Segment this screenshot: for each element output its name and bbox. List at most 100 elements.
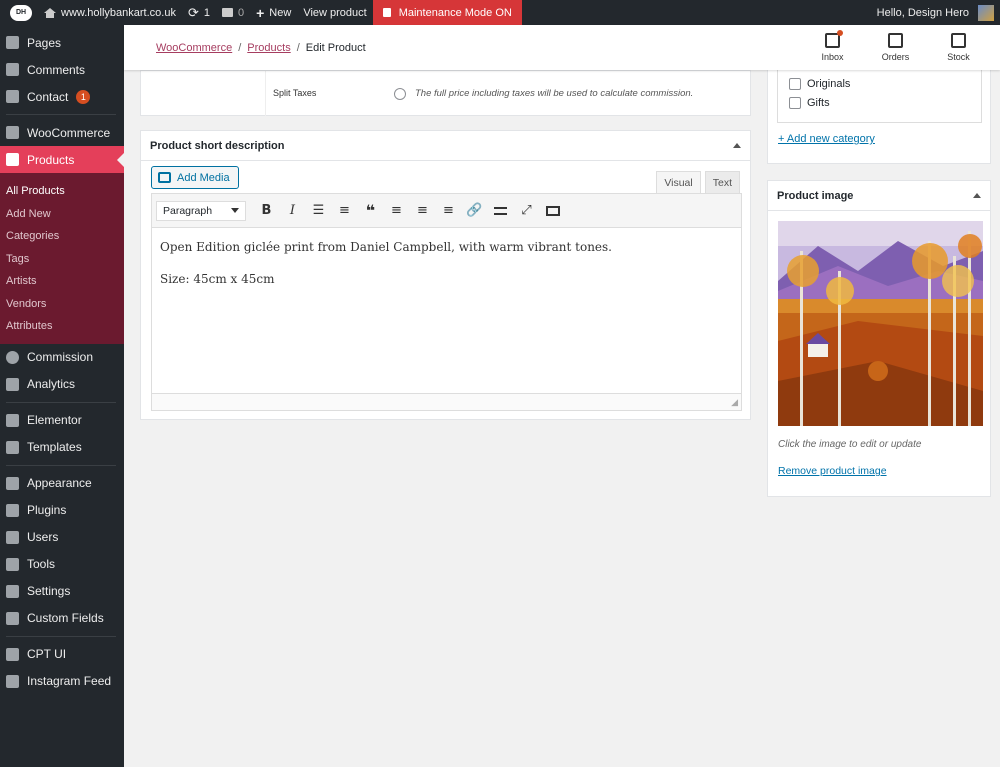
numbered-list-button[interactable]: ≡ xyxy=(335,201,354,221)
menu-commission[interactable]: Commission xyxy=(0,344,124,371)
category-checkbox[interactable] xyxy=(789,78,801,90)
submenu-all-products[interactable]: All Products xyxy=(0,180,124,203)
toolbar-toggle-button[interactable] xyxy=(543,201,562,221)
menu-separator xyxy=(6,464,116,466)
blockquote-button[interactable]: ❝ xyxy=(361,201,380,221)
submenu-categories[interactable]: Categories xyxy=(0,225,124,248)
view-product-link[interactable]: View product xyxy=(297,0,372,25)
menu-elementor[interactable]: Elementor xyxy=(0,407,124,434)
stock-button[interactable]: Stock xyxy=(927,33,990,62)
menu-appearance[interactable]: Appearance xyxy=(0,470,124,497)
format-value: Paragraph xyxy=(163,204,213,217)
header-activity: Inbox Orders Stock xyxy=(801,30,990,62)
breadcrumb-separator: / xyxy=(296,41,300,54)
orders-button[interactable]: Orders xyxy=(864,33,927,62)
align-center-icon: ≡ xyxy=(417,203,428,218)
updates-link[interactable]: ⟳ 1 xyxy=(182,0,216,25)
menu-contact[interactable]: Contact 1 xyxy=(0,83,124,110)
category-checkbox[interactable] xyxy=(789,97,801,109)
submenu-add-new[interactable]: Add New xyxy=(0,203,124,226)
align-left-button[interactable]: ≡ xyxy=(387,201,406,221)
new-content-link[interactable]: + New xyxy=(250,0,297,25)
link-icon: 🔗 xyxy=(466,203,483,218)
menu-woocommerce[interactable]: WooCommerce xyxy=(0,119,124,146)
menu-cpt-ui[interactable]: CPT UI xyxy=(0,641,124,668)
remove-product-image-link[interactable]: Remove product image xyxy=(778,465,887,477)
site-name-link[interactable]: www.hollybankart.co.uk xyxy=(38,0,182,25)
menu-label: Tools xyxy=(27,557,56,571)
read-more-button[interactable] xyxy=(491,201,510,221)
account-menu[interactable]: Hello, Design Hero xyxy=(871,0,1000,25)
menu-comments[interactable]: Comments xyxy=(0,56,124,83)
tab-text[interactable]: Text xyxy=(704,171,740,193)
split-taxes-description: The full price including taxes will be u… xyxy=(415,88,694,99)
breadcrumb-woocommerce[interactable]: WooCommerce xyxy=(156,42,232,54)
settings-icon xyxy=(6,584,19,598)
split-taxes-radio[interactable] xyxy=(394,88,406,100)
category-item[interactable]: Gifts xyxy=(789,97,830,109)
fullscreen-button[interactable]: ⤢ xyxy=(517,201,536,221)
category-label: Gifts xyxy=(807,97,830,109)
chevron-down-icon xyxy=(231,208,239,213)
quote-icon: ❝ xyxy=(365,201,376,220)
product-image[interactable] xyxy=(778,221,983,426)
comments-link[interactable]: 0 xyxy=(216,0,250,25)
submenu-artists[interactable]: Artists xyxy=(0,270,124,293)
short-description-header[interactable]: Product short description xyxy=(141,131,750,161)
submenu-vendors[interactable]: Vendors xyxy=(0,293,124,316)
menu-separator xyxy=(6,635,116,637)
comment-icon xyxy=(221,8,233,17)
collapse-arrow-icon[interactable] xyxy=(973,193,981,198)
submenu-tags[interactable]: Tags xyxy=(0,248,124,271)
collapse-arrow-icon[interactable] xyxy=(733,143,741,148)
product-image-header[interactable]: Product image xyxy=(768,181,990,211)
menu-separator xyxy=(6,114,116,115)
menu-label: Settings xyxy=(27,584,71,598)
resize-handle-icon[interactable]: ◢ xyxy=(731,397,738,408)
rich-text-editor: Paragraph B I ☰ ≡ ❝ ≡ ≡ ≡ 🔗 ⤢ Open Editi… xyxy=(151,193,742,411)
link-button[interactable]: 🔗 xyxy=(465,201,484,221)
menu-label: Users xyxy=(27,530,59,544)
list-icon xyxy=(6,611,19,625)
menu-users[interactable]: Users xyxy=(0,524,124,551)
bullet-list-button[interactable]: ☰ xyxy=(309,201,328,221)
media-icon xyxy=(158,172,171,183)
tab-visual[interactable]: Visual xyxy=(656,171,701,193)
editor-content[interactable]: Open Edition giclée print from Daniel Ca… xyxy=(152,228,741,314)
commission-settings-box: Split Taxes The full price including tax… xyxy=(140,70,751,116)
breadcrumb-products[interactable]: Products xyxy=(247,42,290,54)
lock-icon xyxy=(382,8,391,17)
menu-settings[interactable]: Settings xyxy=(0,578,124,605)
menu-instagram-feed[interactable]: Instagram Feed xyxy=(0,668,124,695)
inbox-button[interactable]: Inbox xyxy=(801,30,864,62)
menu-custom-fields[interactable]: Custom Fields xyxy=(0,605,124,632)
bold-button[interactable]: B xyxy=(257,201,276,221)
format-select[interactable]: Paragraph xyxy=(156,200,246,221)
menu-templates[interactable]: Templates xyxy=(0,434,124,461)
description-paragraph: Size: 45cm x 45cm xyxy=(160,272,275,287)
admin-sidebar: Pages Comments Contact 1 WooCommerce Prod… xyxy=(0,25,124,767)
breadcrumb-separator: / xyxy=(238,41,242,54)
admin-bar: DH www.hollybankart.co.uk ⟳ 1 0 + New Vi… xyxy=(0,0,1000,25)
category-item[interactable]: Originals xyxy=(789,78,850,90)
elementor-icon xyxy=(6,413,19,427)
align-right-button[interactable]: ≡ xyxy=(439,201,458,221)
split-taxes-label: Split Taxes xyxy=(273,88,317,98)
menu-pages[interactable]: Pages xyxy=(0,29,124,56)
menu-plugins[interactable]: Plugins xyxy=(0,497,124,524)
menu-label: CPT UI xyxy=(27,647,67,661)
maintenance-mode-button[interactable]: Maintenance Mode ON xyxy=(372,0,522,25)
submenu-attributes[interactable]: Attributes xyxy=(0,315,124,338)
grid-icon xyxy=(6,647,19,661)
italic-button[interactable]: I xyxy=(283,201,302,221)
align-center-button[interactable]: ≡ xyxy=(413,201,432,221)
woocommerce-header: WooCommerce / Products / Edit Product In… xyxy=(124,25,1000,70)
camera-icon xyxy=(6,674,19,688)
menu-products[interactable]: Products xyxy=(0,146,124,173)
menu-analytics[interactable]: Analytics xyxy=(0,371,124,398)
add-new-category-link[interactable]: + Add new category xyxy=(778,133,875,145)
menu-tools[interactable]: Tools xyxy=(0,551,124,578)
keyboard-icon xyxy=(545,205,560,216)
site-logo[interactable]: DH xyxy=(0,0,38,25)
add-media-button[interactable]: Add Media xyxy=(151,166,239,189)
